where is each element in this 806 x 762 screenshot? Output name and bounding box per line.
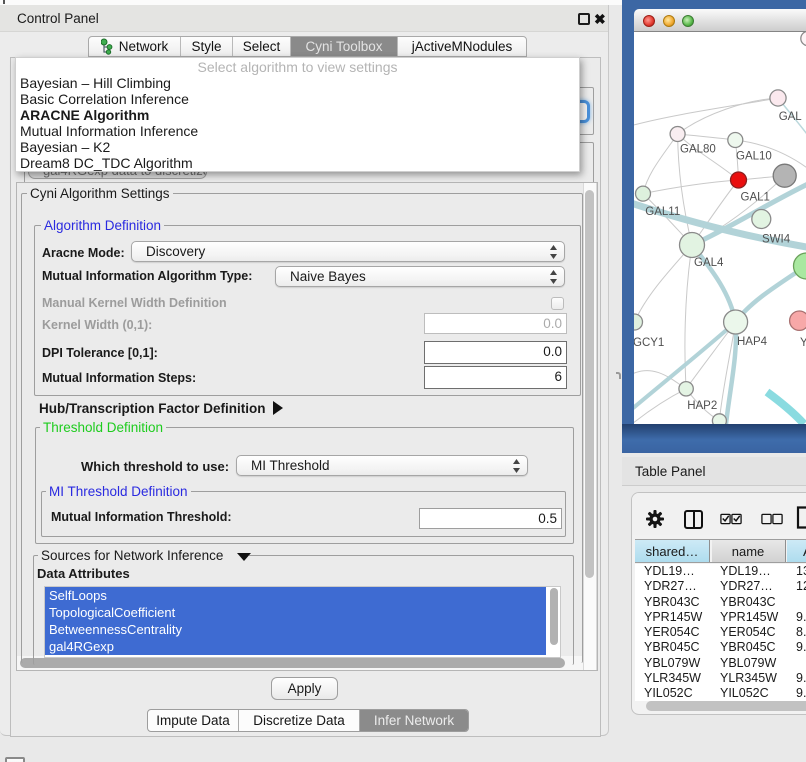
svg-text:GAL10: GAL10 [736, 151, 772, 163]
svg-text:GCY1: GCY1 [634, 337, 664, 349]
svg-text:GAL4: GAL4 [694, 257, 724, 269]
svg-text:SWI4: SWI4 [762, 234, 791, 246]
svg-text:GAL1: GAL1 [741, 192, 770, 204]
svg-text:GAL11: GAL11 [645, 206, 680, 218]
svg-text:GAL80: GAL80 [680, 143, 716, 155]
svg-text:HAP2: HAP2 [687, 400, 717, 412]
svg-text:GAL: GAL [779, 111, 803, 123]
svg-text:Y: Y [800, 337, 806, 349]
svg-text:HAP4: HAP4 [737, 336, 768, 348]
